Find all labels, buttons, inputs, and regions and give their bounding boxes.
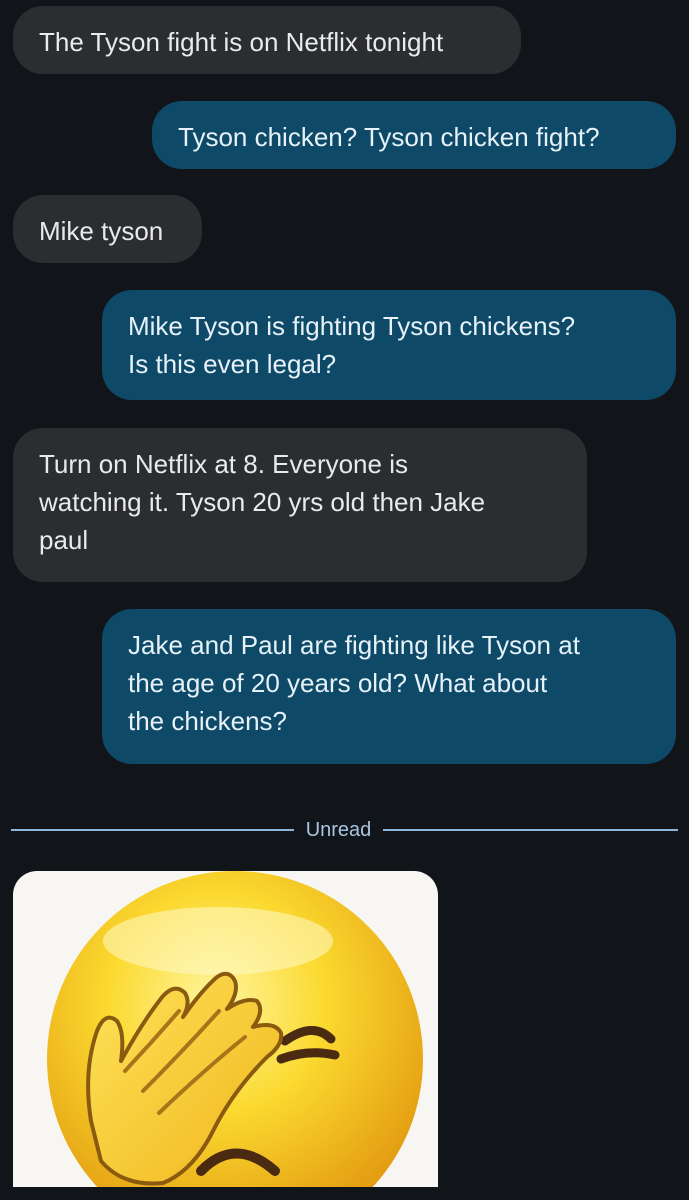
unread-divider: Unread xyxy=(11,816,678,844)
divider-line-left xyxy=(11,829,294,831)
unread-divider-label: Unread xyxy=(305,819,372,841)
incoming-message-bubble[interactable]: Turn on Netflix at 8. Everyone is watchi… xyxy=(13,428,587,582)
incoming-message-bubble[interactable]: Mike tyson xyxy=(13,195,202,263)
outgoing-message-bubble[interactable]: Tyson chicken? Tyson chicken fight? xyxy=(152,101,676,169)
incoming-message-bubble[interactable]: The Tyson fight is on Netflix tonight xyxy=(13,6,521,74)
facepalm-emoji-icon xyxy=(47,871,423,1187)
image-attachment[interactable] xyxy=(13,871,438,1187)
outgoing-message-bubble[interactable]: Jake and Paul are fighting like Tyson at… xyxy=(102,609,676,764)
outgoing-message-bubble[interactable]: Mike Tyson is fighting Tyson chickens? I… xyxy=(102,290,676,400)
divider-line-right xyxy=(383,829,678,831)
